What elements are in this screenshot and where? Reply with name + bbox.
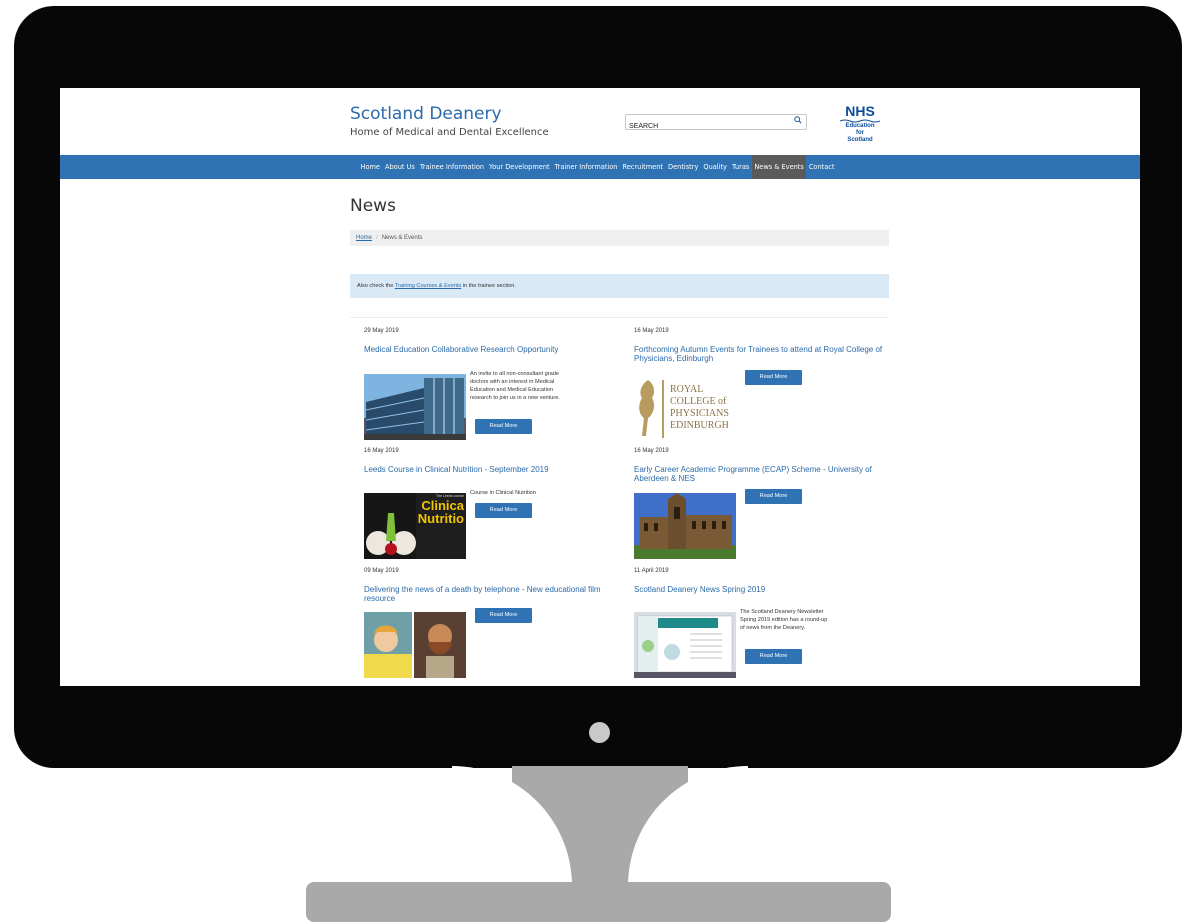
breadcrumb-separator: /: [376, 235, 378, 241]
read-more-button[interactable]: Read More: [475, 503, 532, 518]
news-date: 29 May 2019: [364, 328, 399, 334]
search-box[interactable]: [625, 114, 807, 134]
news-title-link[interactable]: Medical Education Collaborative Research…: [364, 345, 614, 354]
newsletter-thumbnail[interactable]: [634, 612, 736, 678]
nhs-education-scotland-logo[interactable]: NHS Education for Scotland: [837, 103, 883, 144]
site-brand[interactable]: Scotland Deanery Home of Medical and Den…: [350, 104, 549, 138]
news-thumbnail[interactable]: The Leeds course Clinica Nutritio: [364, 493, 466, 559]
news-description: Course in Clinical Nutrition: [470, 490, 536, 496]
nav-quality[interactable]: Quality: [701, 155, 729, 179]
news-thumbnail[interactable]: [634, 493, 736, 559]
news-date: 16 May 2019: [634, 448, 669, 454]
magnifier-icon[interactable]: [794, 116, 802, 124]
read-more-button[interactable]: Read More: [745, 649, 802, 664]
nav-your-development[interactable]: Your Development: [487, 155, 552, 179]
divider: [350, 317, 889, 318]
news-title-link[interactable]: Scotland Deanery News Spring 2019: [634, 585, 884, 594]
nav-trainee-information[interactable]: Trainee Information: [418, 155, 486, 179]
news-thumbnail[interactable]: [364, 374, 466, 440]
royal-college-logo[interactable]: ROYAL COLLEGE of PHYSICIANS EDINBURGH: [634, 374, 744, 440]
news-date: 09 May 2019: [364, 568, 399, 574]
nav-about-us[interactable]: About Us: [383, 155, 417, 179]
read-more-button[interactable]: Read More: [745, 370, 802, 385]
news-title-link[interactable]: Early Career Academic Programme (ECAP) S…: [634, 465, 884, 483]
news-item: 16 May 2019 Forthcoming Autumn Events fo…: [634, 328, 884, 440]
news-description: An invite to all non-consultant grade do…: [470, 371, 560, 401]
nav-news-events[interactable]: News & Events: [752, 155, 806, 179]
news-description: The Scotland Deanery Newsletter Spring 2…: [740, 609, 828, 631]
news-date: 16 May 2019: [364, 448, 399, 454]
nav-dentistry[interactable]: Dentistry: [666, 155, 700, 179]
info-alert: Also check the Training Courses & Events…: [350, 274, 889, 298]
site-subtitle: Home of Medical and Dental Excellence: [350, 127, 549, 138]
training-courses-link[interactable]: Training Courses & Events: [395, 283, 461, 289]
nav-recruitment[interactable]: Recruitment: [620, 155, 665, 179]
monitor-stand-base: [306, 882, 891, 922]
nav-trainer-information[interactable]: Trainer Information: [553, 155, 620, 179]
site-title[interactable]: Scotland Deanery: [350, 104, 549, 124]
search-input[interactable]: [626, 119, 782, 134]
read-more-button[interactable]: Read More: [475, 419, 532, 434]
news-item: 29 May 2019 Medical Education Collaborat…: [364, 328, 614, 440]
read-more-button[interactable]: Read More: [475, 608, 532, 623]
browser-screen: Scotland Deanery Home of Medical and Den…: [60, 88, 1140, 686]
news-thumbnail[interactable]: [364, 612, 466, 678]
power-indicator-icon: [589, 722, 610, 743]
news-title-link[interactable]: Leeds Course in Clinical Nutrition - Sep…: [364, 465, 614, 474]
nav-turas[interactable]: Turas: [730, 155, 751, 179]
breadcrumb-current: News & Events: [381, 235, 423, 241]
news-date: 11 April 2019: [634, 568, 669, 574]
nav-contact[interactable]: Contact: [807, 155, 837, 179]
nav-home[interactable]: Home: [359, 155, 382, 179]
news-item: 09 May 2019 Delivering the news of a dea…: [364, 568, 614, 678]
news-title-link[interactable]: Forthcoming Autumn Events for Trainees t…: [634, 345, 884, 363]
breadcrumb-home-link[interactable]: Home: [356, 235, 372, 241]
news-item: 16 May 2019 Early Career Academic Progra…: [634, 448, 884, 559]
page-title: News: [350, 196, 396, 216]
news-title-link[interactable]: Delivering the news of a death by teleph…: [364, 585, 614, 603]
news-item: 11 April 2019 Scotland Deanery News Spri…: [634, 568, 884, 678]
breadcrumb: Home / News & Events: [350, 230, 889, 246]
news-date: 16 May 2019: [634, 328, 669, 334]
main-navigation: Home About Us Trainee Information Your D…: [60, 155, 1140, 179]
news-item: 16 May 2019 Leeds Course in Clinical Nut…: [364, 448, 614, 559]
read-more-button[interactable]: Read More: [745, 489, 802, 504]
